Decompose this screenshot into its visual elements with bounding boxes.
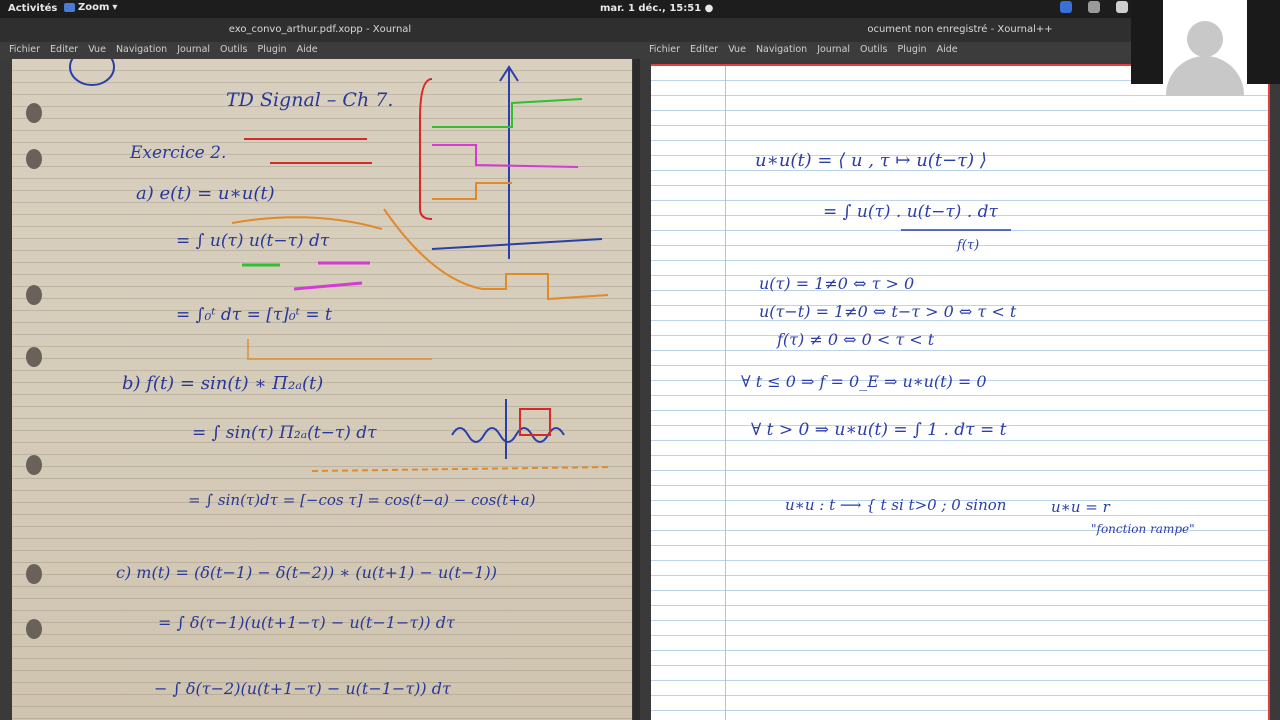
menu-journal[interactable]: Journal [172, 42, 215, 59]
menu-plugin[interactable]: Plugin [253, 42, 292, 59]
ruled-paper-page[interactable]: u∗u(t) = ⟨ u , τ ↦ u(t−τ) ⟩ = ∫ u(τ) . u… [651, 64, 1270, 720]
menu-vue[interactable]: Vue [723, 42, 751, 59]
zoom-label: Zoom [78, 2, 110, 13]
menu-fichier[interactable]: Fichier [4, 42, 45, 59]
xournal-window-left: exo_convo_arthur.pdf.xopp - Xournal Fich… [0, 18, 640, 720]
menu-outils[interactable]: Outils [855, 42, 892, 59]
window-title: exo_convo_arthur.pdf.xopp - Xournal [0, 18, 640, 42]
zoom-icon [64, 3, 75, 12]
menu-aide[interactable]: Aide [932, 42, 963, 59]
menu-plugin[interactable]: Plugin [893, 42, 932, 59]
menu-aide[interactable]: Aide [292, 42, 323, 59]
zoom-app-menu[interactable]: Zoom ▾ [64, 2, 117, 13]
system-topbar: Activités Zoom ▾ mar. 1 déc., 15:51 ● [0, 0, 1280, 18]
handwritten-strokes [901, 229, 1011, 231]
video-icon[interactable] [1060, 1, 1072, 13]
handwritten-sketches [69, 59, 613, 472]
menu-bar: Fichier Editer Vue Navigation Journal Ou… [0, 42, 640, 59]
avatar-head [1187, 21, 1223, 57]
chevron-down-icon: ▾ [112, 2, 118, 13]
photographed-notebook-page[interactable]: TD Signal – Ch 7. Exercice 2. a) e(t) = … [12, 59, 632, 720]
menu-navigation[interactable]: Navigation [751, 42, 812, 59]
vertical-scrollbar[interactable] [633, 59, 640, 720]
menu-fichier[interactable]: Fichier [644, 42, 685, 59]
network-icon[interactable] [1088, 1, 1100, 13]
menu-navigation[interactable]: Navigation [111, 42, 172, 59]
avatar-body [1166, 56, 1244, 96]
menu-outils[interactable]: Outils [215, 42, 252, 59]
webcam-thumbnail[interactable] [1131, 0, 1280, 96]
xournal-window-right: ocument non enregistré - Xournal++ Fichi… [640, 18, 1280, 720]
activities-button[interactable]: Activités [8, 3, 57, 14]
bluetooth-icon[interactable] [1116, 1, 1128, 13]
system-tray[interactable] [1060, 1, 1128, 13]
menu-journal[interactable]: Journal [812, 42, 855, 59]
menu-editer[interactable]: Editer [45, 42, 83, 59]
clock[interactable]: mar. 1 déc., 15:51 ● [600, 3, 713, 14]
menu-editer[interactable]: Editer [685, 42, 723, 59]
menu-vue[interactable]: Vue [83, 42, 111, 59]
